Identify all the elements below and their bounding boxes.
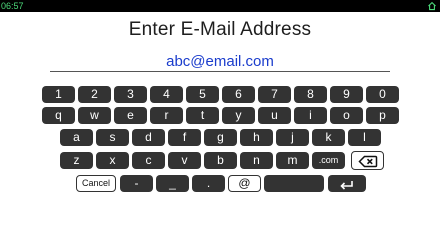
email-entry-screen: 06:57 Enter E-Mail Address 1 2 3 4 5 6 7… bbox=[0, 0, 440, 208]
key-9[interactable]: 9 bbox=[330, 86, 363, 103]
key-0[interactable]: 0 bbox=[366, 86, 399, 103]
key-c[interactable]: c bbox=[132, 152, 165, 169]
page-title: Enter E-Mail Address bbox=[128, 19, 312, 40]
key-z[interactable]: z bbox=[60, 152, 93, 169]
key-7[interactable]: 7 bbox=[258, 86, 291, 103]
key-2[interactable]: 2 bbox=[78, 86, 111, 103]
key-m[interactable]: m bbox=[276, 152, 309, 169]
key-a[interactable]: a bbox=[60, 129, 93, 146]
key-f[interactable]: f bbox=[168, 129, 201, 146]
key-v[interactable]: v bbox=[168, 152, 201, 169]
status-time: 06:57 bbox=[1, 1, 24, 11]
key-g[interactable]: g bbox=[204, 129, 237, 146]
key-dot[interactable]: . bbox=[192, 175, 225, 192]
key-x[interactable]: x bbox=[96, 152, 129, 169]
backspace-key[interactable] bbox=[351, 151, 384, 170]
key-u[interactable]: u bbox=[258, 107, 291, 124]
key-w[interactable]: w bbox=[78, 107, 111, 124]
key-h[interactable]: h bbox=[240, 129, 273, 146]
key-dash[interactable]: - bbox=[120, 175, 153, 192]
key-y[interactable]: y bbox=[222, 107, 255, 124]
key-l[interactable]: l bbox=[348, 129, 381, 146]
key-t[interactable]: t bbox=[186, 107, 219, 124]
key-dotcom[interactable]: .com bbox=[312, 152, 345, 169]
key-r[interactable]: r bbox=[150, 107, 183, 124]
home-icon[interactable] bbox=[427, 1, 437, 11]
key-b[interactable]: b bbox=[204, 152, 237, 169]
key-5[interactable]: 5 bbox=[186, 86, 219, 103]
key-q[interactable]: q bbox=[42, 107, 75, 124]
space-key[interactable] bbox=[264, 175, 324, 192]
key-underscore[interactable]: _ bbox=[156, 175, 189, 192]
status-bar: 06:57 bbox=[0, 0, 440, 12]
enter-key[interactable] bbox=[328, 175, 366, 192]
key-k[interactable]: k bbox=[312, 129, 345, 146]
key-6[interactable]: 6 bbox=[222, 86, 255, 103]
email-input[interactable] bbox=[50, 52, 390, 72]
cancel-button[interactable]: Cancel bbox=[76, 175, 116, 192]
key-p[interactable]: p bbox=[366, 107, 399, 124]
key-3[interactable]: 3 bbox=[114, 86, 147, 103]
key-i[interactable]: i bbox=[294, 107, 327, 124]
key-j[interactable]: j bbox=[276, 129, 309, 146]
key-4[interactable]: 4 bbox=[150, 86, 183, 103]
enter-icon bbox=[340, 180, 353, 190]
key-o[interactable]: o bbox=[330, 107, 363, 124]
key-s[interactable]: s bbox=[96, 129, 129, 146]
key-d[interactable]: d bbox=[132, 129, 165, 146]
key-1[interactable]: 1 bbox=[42, 86, 75, 103]
backspace-icon bbox=[357, 155, 377, 167]
key-n[interactable]: n bbox=[240, 152, 273, 169]
key-at[interactable]: @ bbox=[228, 175, 261, 192]
key-e[interactable]: e bbox=[114, 107, 147, 124]
key-8[interactable]: 8 bbox=[294, 86, 327, 103]
